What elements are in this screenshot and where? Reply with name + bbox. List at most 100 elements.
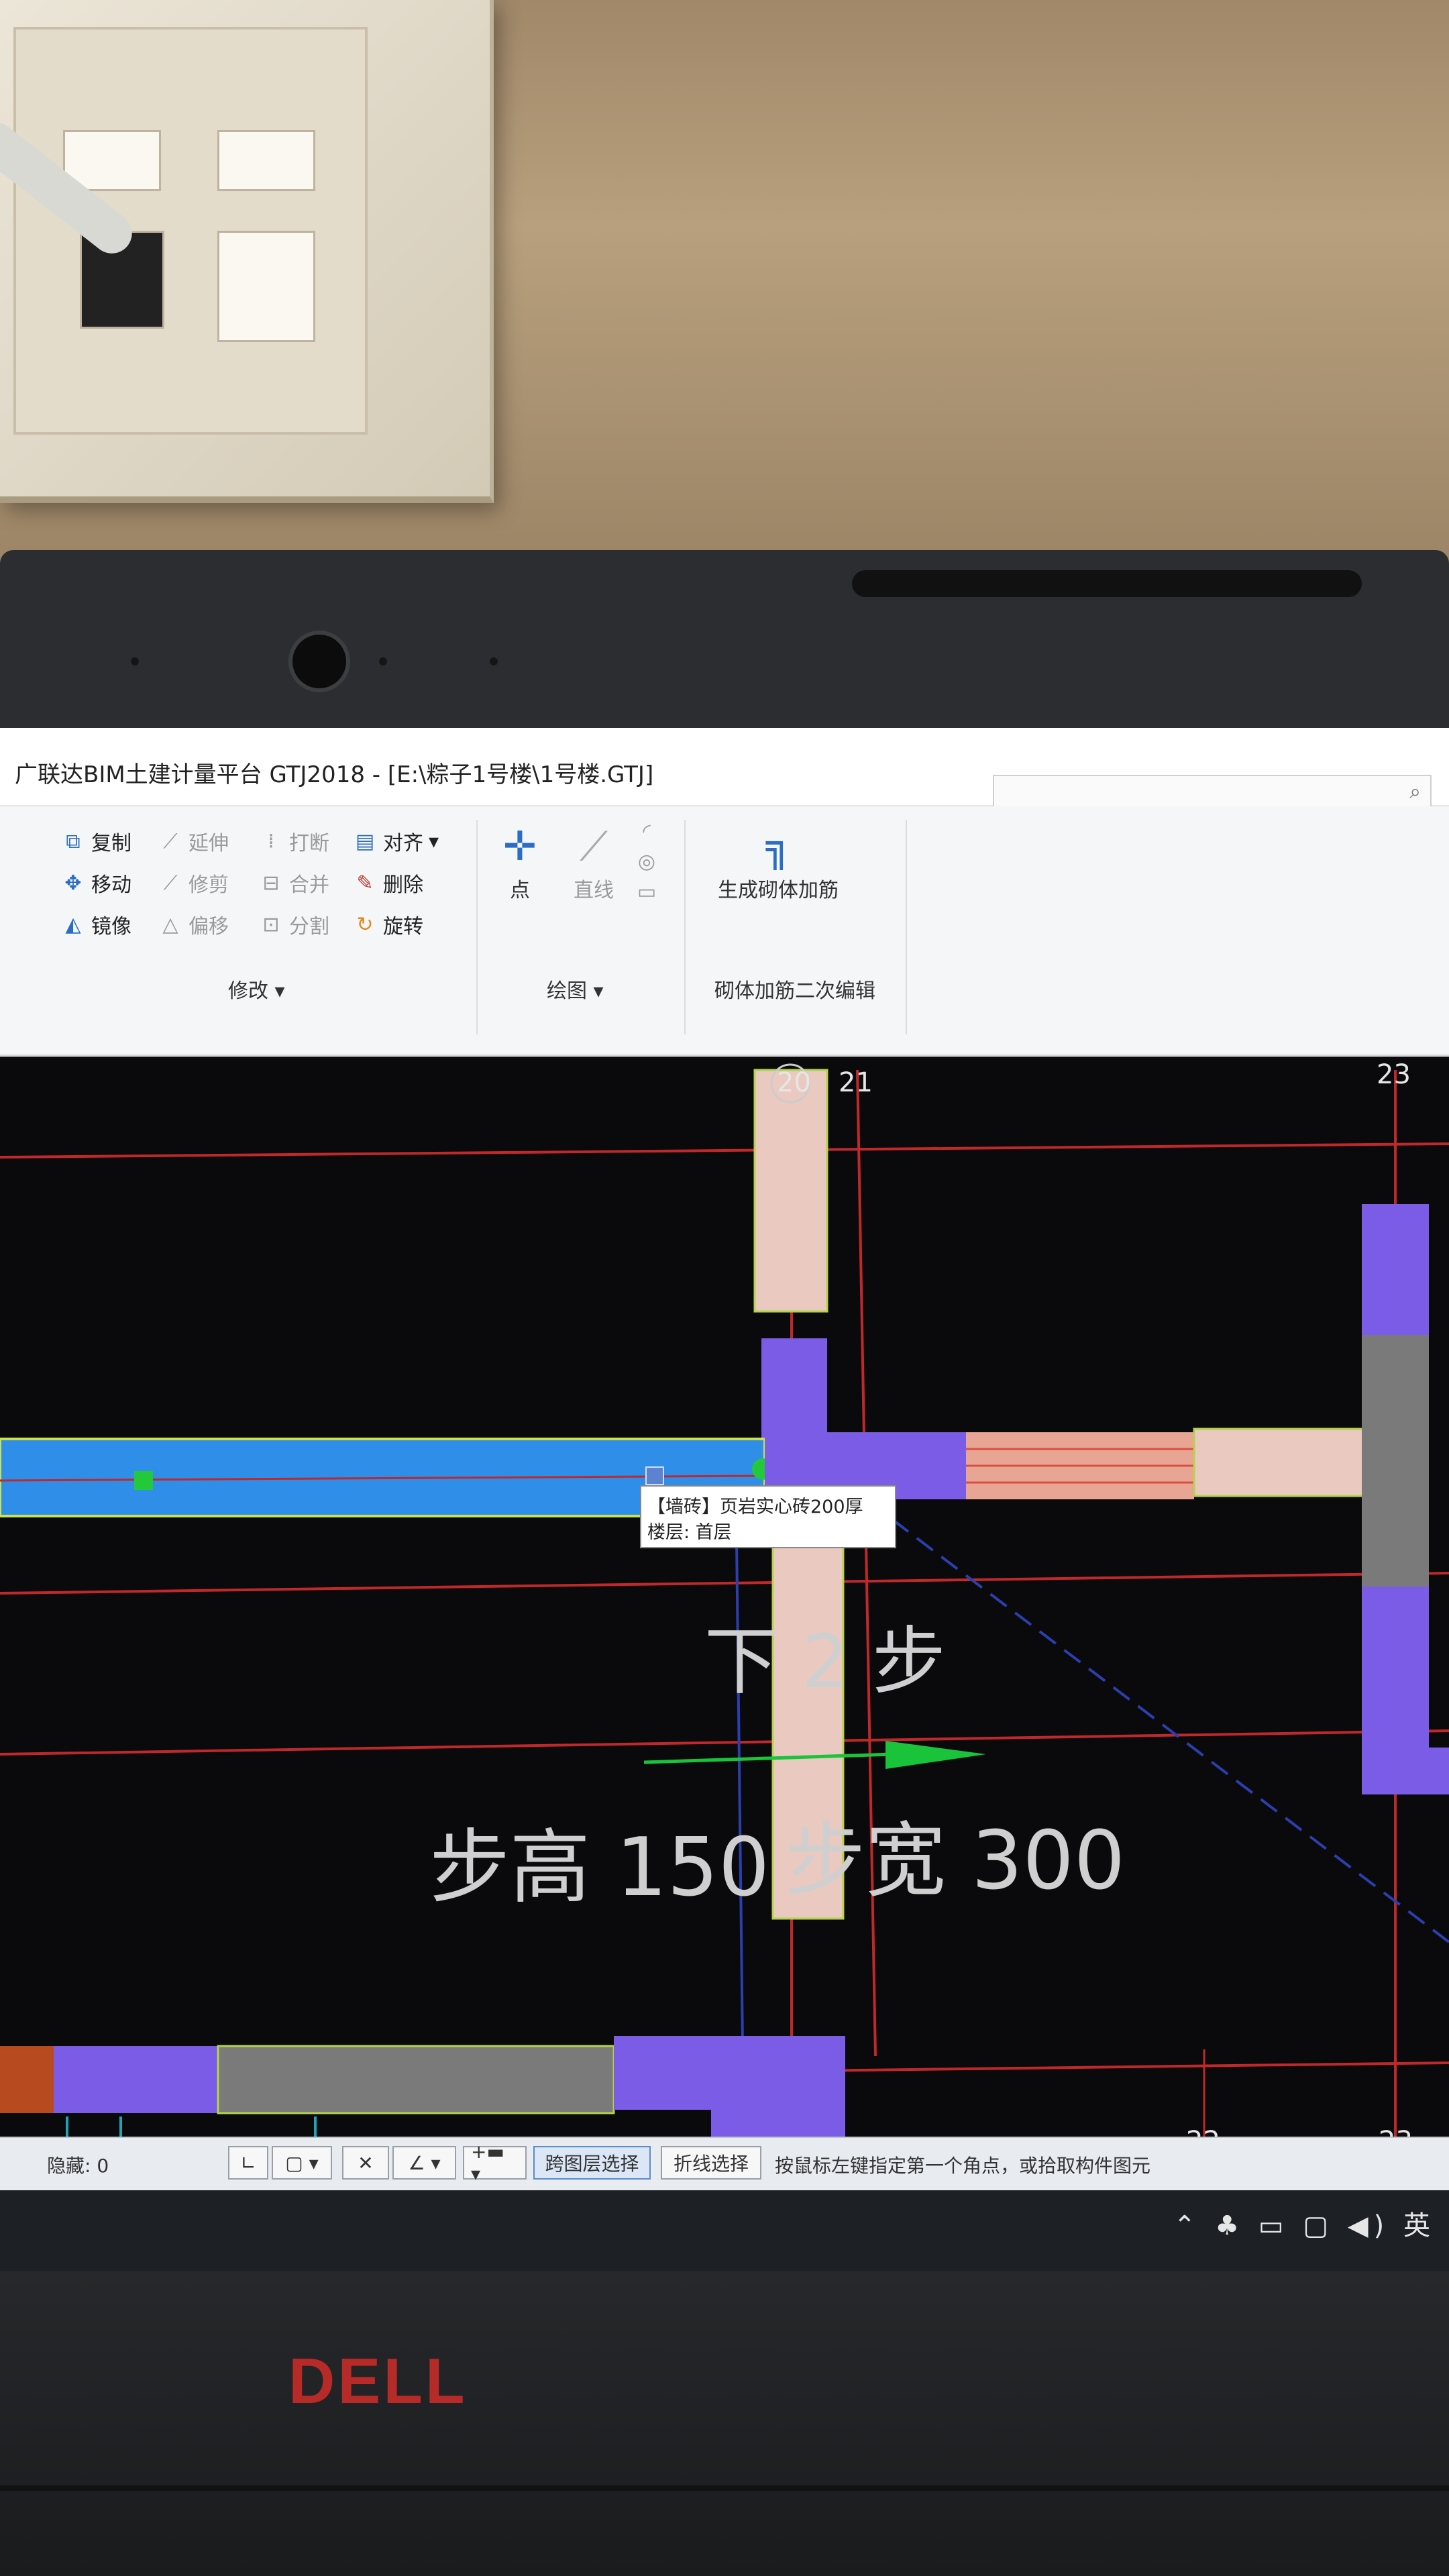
status-bar: 隐藏: 0 ∟ ▢ ▾ ✕ ∠ ▾ +▬ ▾ 跨图层选择 折线选择 按鼠标左键指… bbox=[0, 2137, 1449, 2192]
search-input[interactable]: ⌕ bbox=[993, 775, 1432, 811]
offset-toggle[interactable]: +▬ ▾ bbox=[463, 2141, 527, 2185]
delete-label: 删除 bbox=[383, 873, 423, 897]
rotate-icon: ↻ bbox=[356, 912, 374, 936]
align-button[interactable]: ▤ 对齐 ▾ bbox=[352, 826, 439, 856]
network-icon[interactable]: ▢ bbox=[1303, 2210, 1334, 2241]
system-tray[interactable]: ⌃ ♣ ▭ ▢ ◀) 英 bbox=[1173, 2204, 1436, 2243]
group-separator bbox=[476, 820, 478, 1034]
modify-group-text: 修改 bbox=[228, 979, 268, 1003]
group-separator bbox=[906, 820, 907, 1034]
grip-handle[interactable] bbox=[134, 1471, 153, 1490]
extend-button[interactable]: ⟋ 延伸 bbox=[158, 826, 229, 856]
rotate-label: 旋转 bbox=[383, 915, 423, 938]
hinge bbox=[0, 2485, 1449, 2491]
cross-layer-select-button[interactable]: 跨图层选择 bbox=[533, 2146, 651, 2180]
draw-group-label[interactable]: 绘图 ▾ bbox=[547, 974, 604, 1004]
merge-icon: ⊟ bbox=[262, 871, 280, 895]
offset-mode-icon: +▬ ▾ bbox=[471, 2141, 504, 2185]
draw-group-text: 绘图 bbox=[547, 979, 587, 1003]
wall-segment[interactable] bbox=[1193, 1428, 1370, 1497]
align-icon: ▤ bbox=[355, 829, 375, 853]
outlet-jack bbox=[217, 231, 315, 342]
wall-segment[interactable] bbox=[217, 2045, 615, 2114]
line-label: 直线 bbox=[574, 879, 614, 902]
axis-label-20: 20 bbox=[777, 1067, 811, 1098]
windows-taskbar: ⌃ ♣ ▭ ▢ ◀) 英 bbox=[0, 2190, 1449, 2271]
rotate-button[interactable]: ↻ 旋转 bbox=[352, 910, 423, 939]
break-label: 打断 bbox=[289, 832, 329, 855]
rebar-group-label: 砌体加筋二次编辑 bbox=[714, 979, 875, 1003]
ortho-toggle[interactable]: ∟ bbox=[228, 2146, 268, 2180]
trim-icon: ⟋ bbox=[163, 871, 178, 895]
split-label: 分割 bbox=[289, 915, 329, 938]
drawing-canvas[interactable]: 20 21 23 19 22 23 下 2 步 步高 150 步宽 300 【墙… bbox=[0, 1057, 1449, 2190]
polyline-select-button[interactable]: 折线选择 bbox=[661, 2146, 761, 2180]
battery-icon[interactable]: ▭ bbox=[1258, 2210, 1289, 2241]
merge-button[interactable]: ⊟ 合并 bbox=[258, 868, 329, 898]
column-segment[interactable] bbox=[54, 2046, 218, 2113]
extend-label: 延伸 bbox=[189, 832, 229, 855]
column-foot bbox=[1362, 1748, 1449, 1794]
delete-button[interactable]: ✎ 删除 bbox=[352, 868, 423, 898]
axis-line bbox=[0, 1142, 1449, 1159]
app-tray-icon[interactable]: ♣ bbox=[1215, 2210, 1244, 2241]
copy-label: 复制 bbox=[91, 832, 131, 855]
grip-handle-mid[interactable] bbox=[645, 1466, 664, 1485]
offset-button[interactable]: △ 偏移 bbox=[158, 910, 229, 939]
move-button[interactable]: ✥ 移动 bbox=[60, 868, 131, 898]
mirror-icon: ◭ bbox=[65, 912, 81, 936]
wall-segment[interactable] bbox=[753, 1069, 828, 1313]
column-segment[interactable] bbox=[614, 2036, 845, 2110]
trim-button[interactable]: ⟋ 修剪 bbox=[158, 868, 229, 898]
draw-line-button[interactable]: ⟋ 直线 bbox=[560, 820, 627, 903]
trim-label: 修剪 bbox=[189, 873, 229, 897]
command-hint: 按鼠标左键指定第一个角点，或拾取构件图元 bbox=[775, 2155, 1151, 2177]
orange-element[interactable] bbox=[0, 2046, 54, 2113]
dell-logo: DELL bbox=[288, 2345, 468, 2417]
generate-rebar-label: 生成砌体加筋 bbox=[718, 879, 839, 902]
split-icon: ⊡ bbox=[262, 912, 280, 936]
generate-rebar-button[interactable]: ╗ 生成砌体加筋 bbox=[698, 820, 859, 903]
eraser-icon: ✎ bbox=[356, 871, 374, 895]
modify-group-label[interactable]: 修改 ▾ bbox=[228, 974, 285, 1004]
extend-icon: ⟋ bbox=[163, 829, 178, 853]
angle-icon: ∠ ▾ bbox=[408, 2151, 441, 2174]
window-title: 广联达BIM土建计量平台 GTJ2018 - [E:\粽子1号楼\1号楼.GTJ… bbox=[15, 761, 654, 788]
mirror-button[interactable]: ◭ 镜像 bbox=[60, 910, 131, 939]
draw-point-button[interactable]: ✛ 点 bbox=[490, 820, 550, 903]
laptop-chin: DELL bbox=[0, 2271, 1449, 2576]
axis-line bbox=[0, 1729, 1449, 1756]
ribbon-toolbar: ⧉ 复制 ⟋ 延伸 ⁞ 打断 ▤ 对齐 ▾ ✥ 移动 ⟋ 修剪 ⊟ 合并 ✎ 删除 ◭ 镜像 △ 偏… bbox=[0, 806, 1449, 1056]
point-label: 点 bbox=[510, 879, 530, 902]
chevron-up-icon[interactable]: ⌃ bbox=[1173, 2210, 1201, 2241]
column-bottom bbox=[1362, 1587, 1429, 1748]
rebar-icon: ╗ bbox=[765, 823, 791, 870]
column-segment[interactable] bbox=[761, 1338, 827, 1439]
offset-icon: △ bbox=[162, 912, 178, 936]
offset-label: 偏移 bbox=[189, 915, 229, 938]
mirror-label: 镜像 bbox=[91, 915, 131, 938]
ortho-icon: ∟ bbox=[240, 2151, 256, 2174]
mic-hole bbox=[490, 657, 498, 665]
snap-toggle[interactable]: ▢ ▾ bbox=[272, 2146, 332, 2180]
ime-icon[interactable]: 英 bbox=[1403, 2210, 1436, 2241]
direction-arrow-head bbox=[885, 1741, 986, 1769]
move-icon: ✥ bbox=[64, 871, 82, 895]
split-button[interactable]: ⊡ 分割 bbox=[258, 910, 329, 939]
break-icon: ⁞ bbox=[268, 829, 274, 853]
snap-icon: ▢ ▾ bbox=[285, 2151, 319, 2174]
cad-drawing[interactable]: 20 21 23 19 22 23 下 2 步 步高 150 步宽 300 【墙… bbox=[0, 1057, 1449, 2190]
cross-toggle[interactable]: ✕ bbox=[342, 2146, 389, 2180]
laptop-screen: 广联达BIM土建计量平台 GTJ2018 - [E:\粽子1号楼\1号楼.GTJ… bbox=[0, 728, 1449, 2271]
volume-icon[interactable]: ◀) bbox=[1348, 2210, 1389, 2241]
copy-button[interactable]: ⧉ 复制 bbox=[60, 826, 131, 856]
outlet-frame bbox=[13, 27, 368, 435]
angle-toggle[interactable]: ∠ ▾ bbox=[392, 2146, 456, 2180]
outlet-jack bbox=[217, 130, 315, 191]
draw-shape-buttons[interactable]: ◜ ◎ ▭ bbox=[634, 820, 659, 904]
copy-icon: ⧉ bbox=[66, 829, 80, 853]
down-steps-label: 下 2 步 bbox=[704, 1619, 946, 1705]
break-button[interactable]: ⁞ 打断 bbox=[258, 826, 329, 856]
search-icon: ⌕ bbox=[1409, 780, 1421, 804]
title-bar: 广联达BIM土建计量平台 GTJ2018 - [E:\粽子1号楼\1号楼.GTJ… bbox=[0, 728, 1449, 811]
